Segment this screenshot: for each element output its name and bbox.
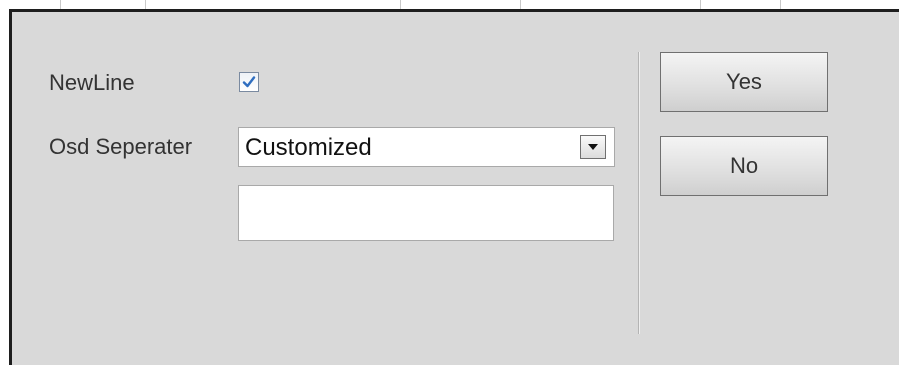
triangle-down-icon xyxy=(588,144,598,150)
osd-separator-label: Osd Seperater xyxy=(49,134,193,159)
osd-settings-dialog: NewLine Osd Seperater Customized Yes No xyxy=(9,9,899,365)
no-button-label: No xyxy=(729,153,759,178)
newline-label: NewLine xyxy=(49,70,135,95)
osd-separator-select[interactable]: Customized xyxy=(238,127,615,167)
checkmark-icon xyxy=(242,76,256,88)
no-button[interactable]: No xyxy=(660,136,828,196)
newline-checkbox[interactable] xyxy=(239,72,259,92)
yes-button[interactable]: Yes xyxy=(660,52,828,112)
custom-separator-input[interactable] xyxy=(238,185,614,241)
yes-button-label: Yes xyxy=(726,69,762,94)
vertical-divider xyxy=(638,52,640,334)
dropdown-arrow-button[interactable] xyxy=(580,135,606,159)
osd-separator-selected-value: Customized xyxy=(245,134,372,161)
